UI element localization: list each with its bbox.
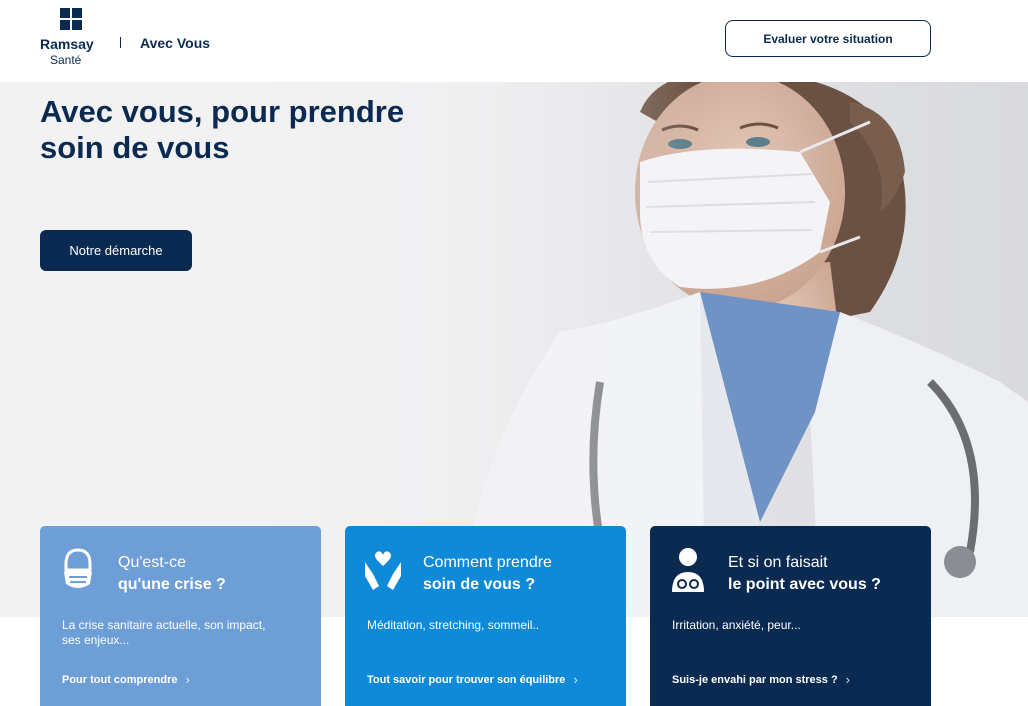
card-link-label: Tout savoir pour trouver son équilibre [367,673,566,686]
card-title-line1: Et si on faisait [728,554,828,571]
card-description: La crise sanitaire actuelle, son impact,… [62,618,266,647]
card-assessment[interactable]: Et si on faisait le point avec vous ? Ir… [650,526,931,706]
site-header: Ramsay Santé Avec Vous Evaluer votre sit… [0,0,1028,82]
hero-heading-line1: Avec vous, pour prendre [40,94,405,129]
card-link-label: Pour tout comprendre [62,673,178,686]
mask-face-icon [64,548,92,588]
card-title-line2: soin de vous ? [423,576,536,593]
ramsay-logo[interactable]: Ramsay Santé [40,8,100,68]
evaluate-situation-button[interactable]: Evaluer votre situation [725,20,931,57]
chevron-right-icon: › [845,672,851,687]
chevron-right-icon: › [185,672,190,687]
card-link-understand[interactable]: Pour tout comprendre › [62,672,190,687]
card-title-line1: Comment prendre [423,554,552,571]
card-link-label: Suis-je envahi par mon stress ? [672,673,838,686]
card-self-care[interactable]: Comment prendre soin de vous ? Méditatio… [345,526,626,706]
card-link-stress[interactable]: Suis-je envahi par mon stress ? › [672,672,850,687]
card-link-balance[interactable]: Tout savoir pour trouver son équilibre › [367,672,578,687]
our-approach-button[interactable]: Notre démarche [40,230,192,271]
hero-heading: Avec vous, pour prendre soin de vous [40,94,520,166]
header-title[interactable]: Avec Vous [140,35,210,51]
card-title-line1: Qu'est-ce [118,554,186,571]
header-divider [120,37,121,48]
hero-heading-line2: soin de vous [40,130,230,165]
logo-mark-icon [60,8,82,30]
doctor-stethoscope-icon [672,548,704,592]
hands-heart-icon [365,551,401,590]
card-title-line2: qu'une crise ? [118,576,226,593]
logo-brand-text: Ramsay [40,36,94,52]
chevron-right-icon: › [573,672,578,687]
card-crisis[interactable]: Qu'est-ce qu'une crise ? La crise sanita… [40,526,321,706]
card-title-line2: le point avec vous ? [728,576,881,593]
card-description: Méditation, stretching, sommeil.. [367,618,540,632]
logo-sub-text: Santé [50,53,82,67]
card-description: Irritation, anxiété, peur... [672,618,801,632]
